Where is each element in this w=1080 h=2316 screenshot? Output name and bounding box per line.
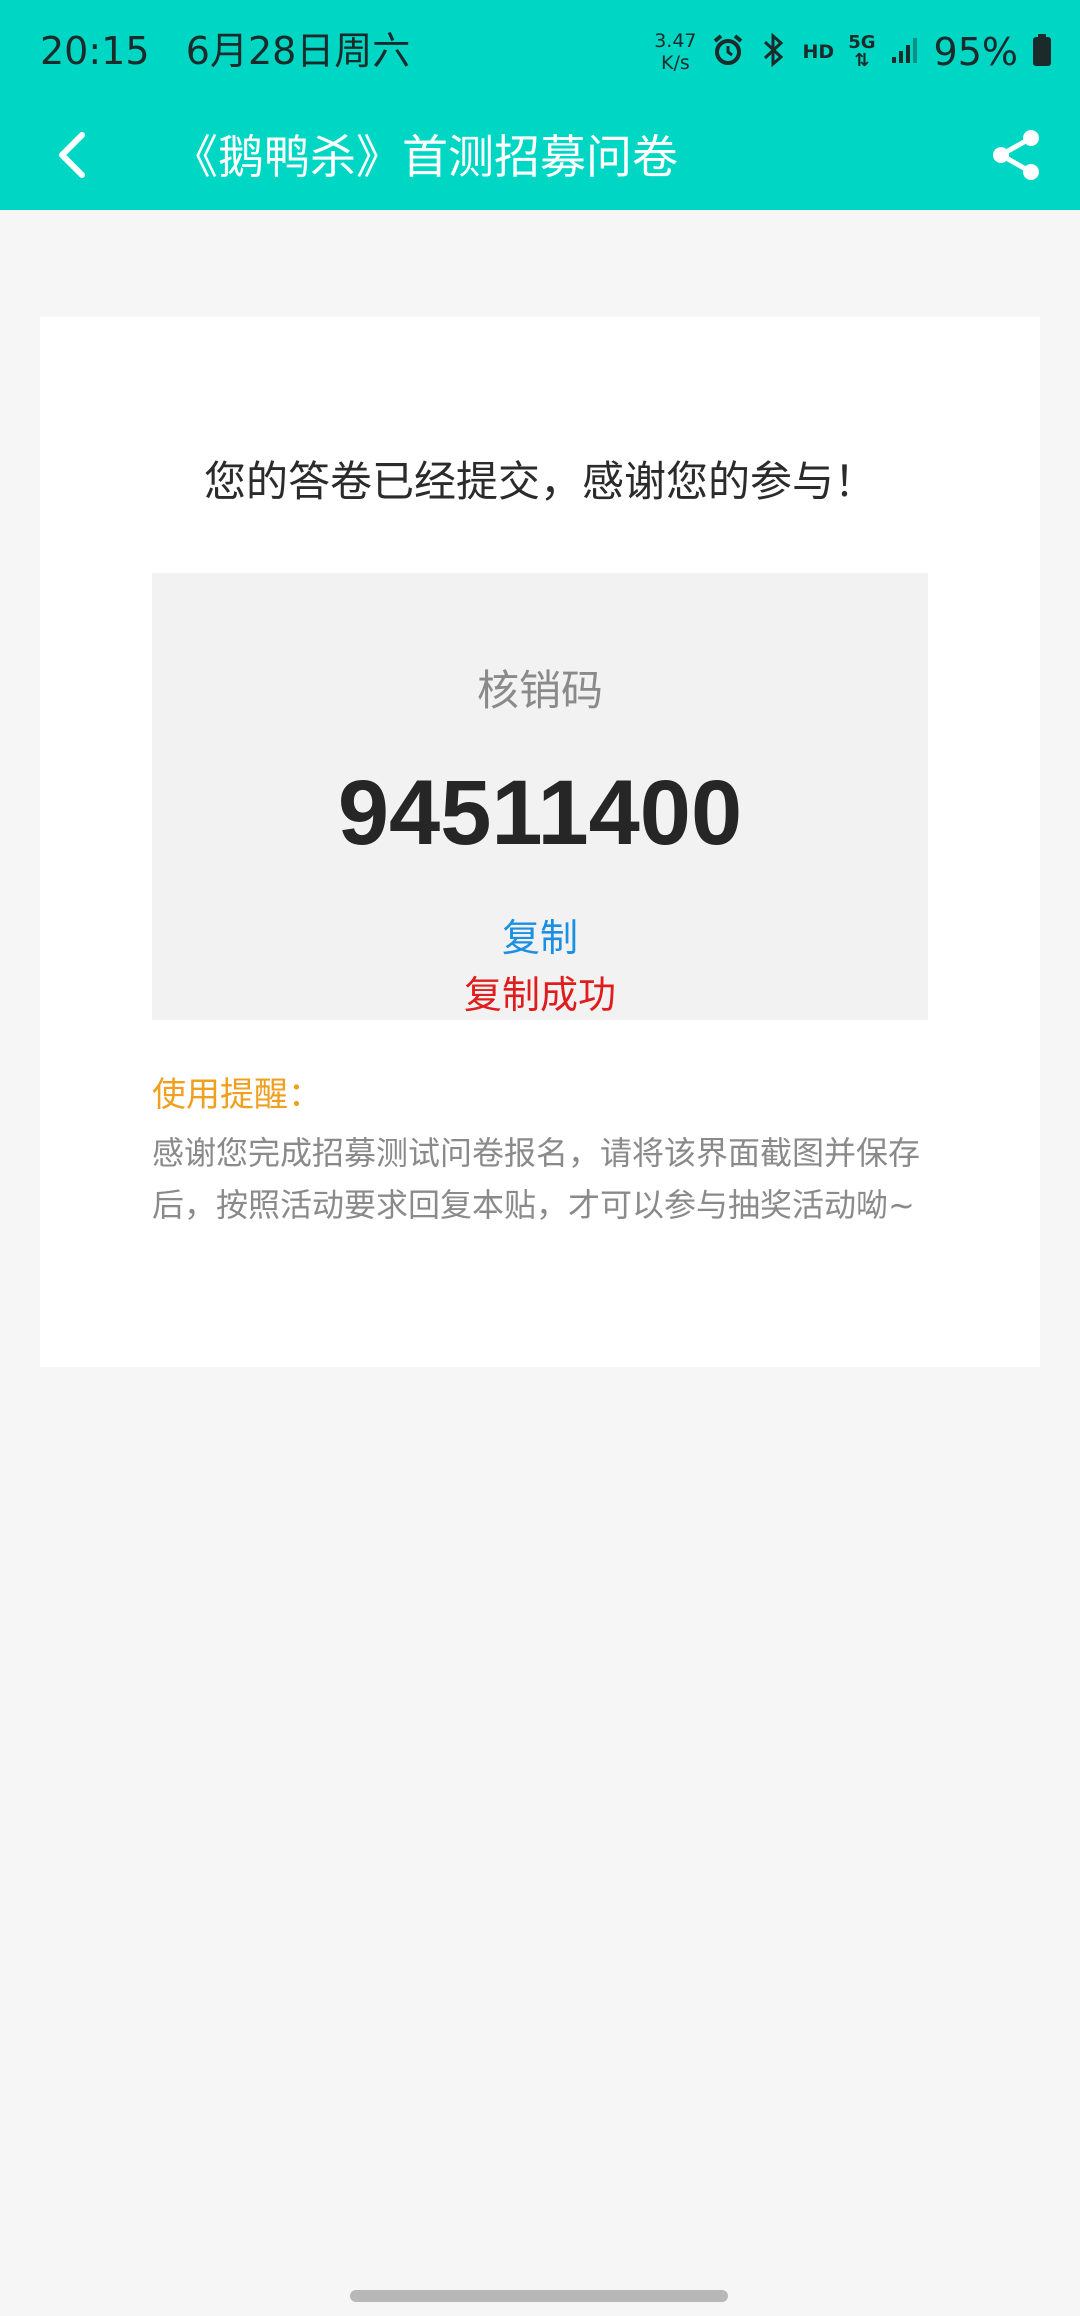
tip-text: 感谢您完成招募测试问卷报名，请将该界面截图并保存后，按照活动要求回复本贴，才可以… [152,1134,921,1224]
status-bar: 20:15 6月28日周六 3.47 K/s HD 5G ⇅ 95% [0,0,1080,105]
code-label: 核销码 [476,666,603,715]
back-button[interactable] [36,119,108,191]
hd-label: HD [802,41,835,63]
share-button[interactable] [976,115,1056,195]
battery-percent: 95% [933,30,1018,74]
page-title: 《鹅鸭杀》首测招募问卷 [172,130,678,184]
network-speed-unit: K/s [660,52,690,74]
status-icons: 3.47 K/s HD 5G ⇅ 95% [654,24,1052,80]
top-bar: 20:15 6月28日周六 3.47 K/s HD 5G ⇅ 95% 《鹅鸭杀》… [0,0,1080,210]
bluetooth-icon [759,32,789,71]
result-card: 您的答卷已经提交，感谢您的参与！ 核销码 94511400 复制 复制成功 使用… [40,317,1040,1367]
nav-bar: 《鹅鸭杀》首测招募问卷 [0,105,1080,210]
status-time-date: 20:15 6月28日周六 [40,26,410,76]
redeem-code-box: 核销码 94511400 复制 复制成功 [152,573,928,1020]
copy-success-message: 复制成功 [463,973,616,1017]
network-type: 5G ⇅ [848,34,875,70]
share-icon [993,130,1039,180]
status-time: 20:15 [40,29,150,73]
network-speed-value: 3.47 [654,30,697,52]
alarm-icon [711,33,745,71]
thanks-message: 您的答卷已经提交，感谢您的参与！ [203,457,876,506]
battery-icon [1032,33,1052,71]
chevron-left-icon [59,132,85,178]
tip-title: 使用提醒： [152,1075,322,1115]
status-date: 6月28日周六 [185,29,411,73]
signal-icon [890,35,920,69]
code-value: 94511400 [337,762,743,864]
network-speed: 3.47 K/s [654,30,696,74]
copy-button[interactable]: 复制 [440,913,640,963]
home-indicator[interactable] [350,2290,728,2302]
data-arrows-icon: ⇅ [854,50,870,71]
